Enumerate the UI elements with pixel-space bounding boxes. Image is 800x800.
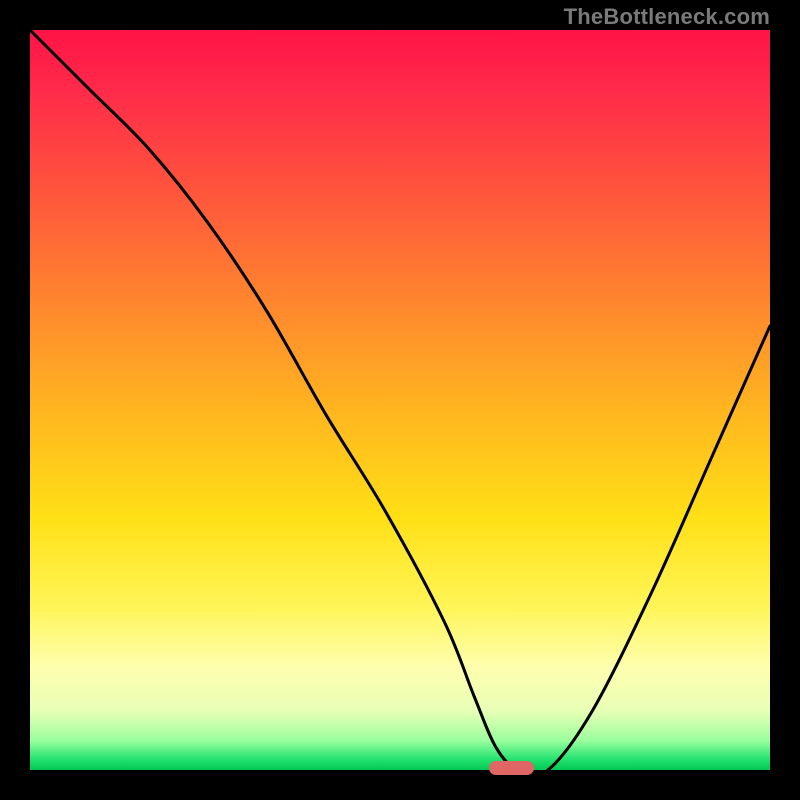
optimum-marker	[489, 761, 534, 775]
bottleneck-curve	[30, 30, 770, 770]
chart-frame: TheBottleneck.com	[0, 0, 800, 800]
curve-path	[30, 30, 770, 770]
watermark-text: TheBottleneck.com	[564, 4, 770, 30]
chart-plot-area	[30, 30, 770, 770]
